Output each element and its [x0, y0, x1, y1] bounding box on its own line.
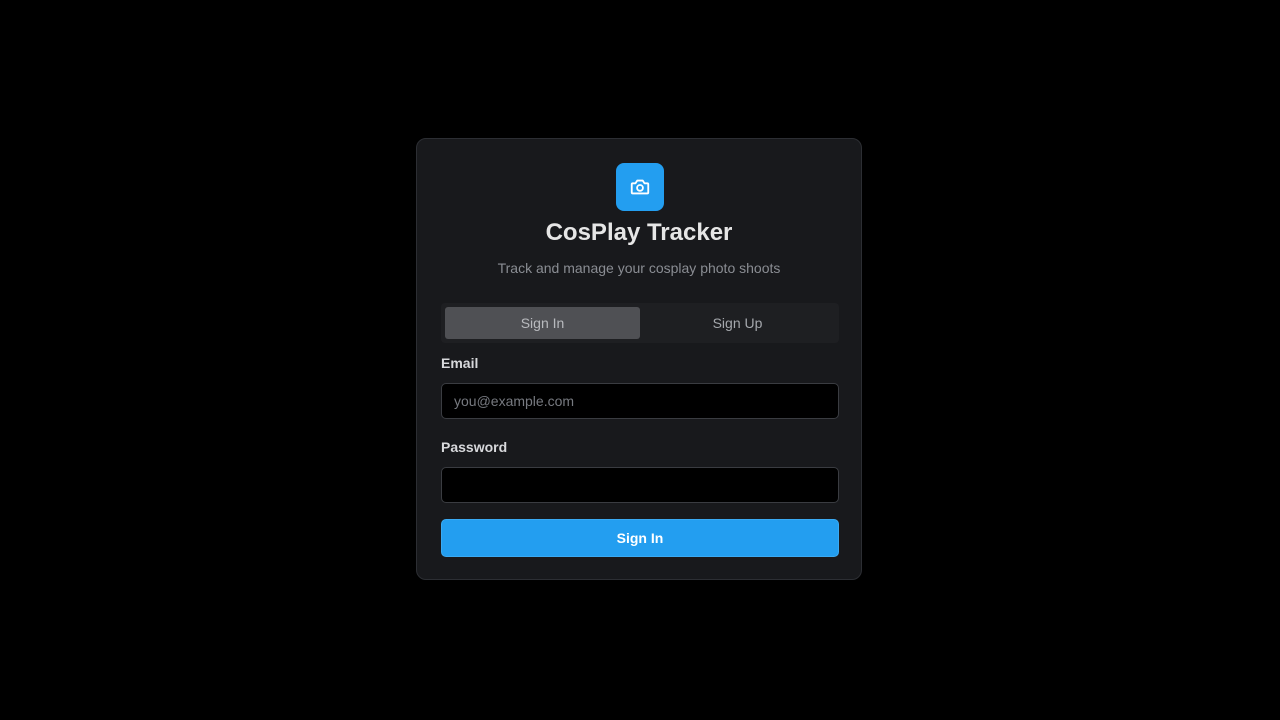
tab-sign-in[interactable]: Sign In [445, 307, 640, 339]
app-title: CosPlay Tracker [545, 219, 733, 246]
camera-icon [630, 179, 650, 195]
password-input[interactable] [441, 467, 839, 503]
auth-tabs: Sign In Sign Up [441, 303, 839, 343]
app-logo [616, 163, 664, 211]
email-input[interactable] [441, 383, 839, 419]
tab-sign-up[interactable]: Sign Up [640, 307, 835, 339]
email-label: Email [441, 355, 479, 371]
password-label: Password [441, 439, 508, 455]
app-subtitle: Track and manage your cosplay photo shoo… [497, 260, 781, 276]
sign-in-button[interactable]: Sign In [441, 519, 839, 557]
auth-card: CosPlay Tracker Track and manage your co… [416, 138, 862, 580]
